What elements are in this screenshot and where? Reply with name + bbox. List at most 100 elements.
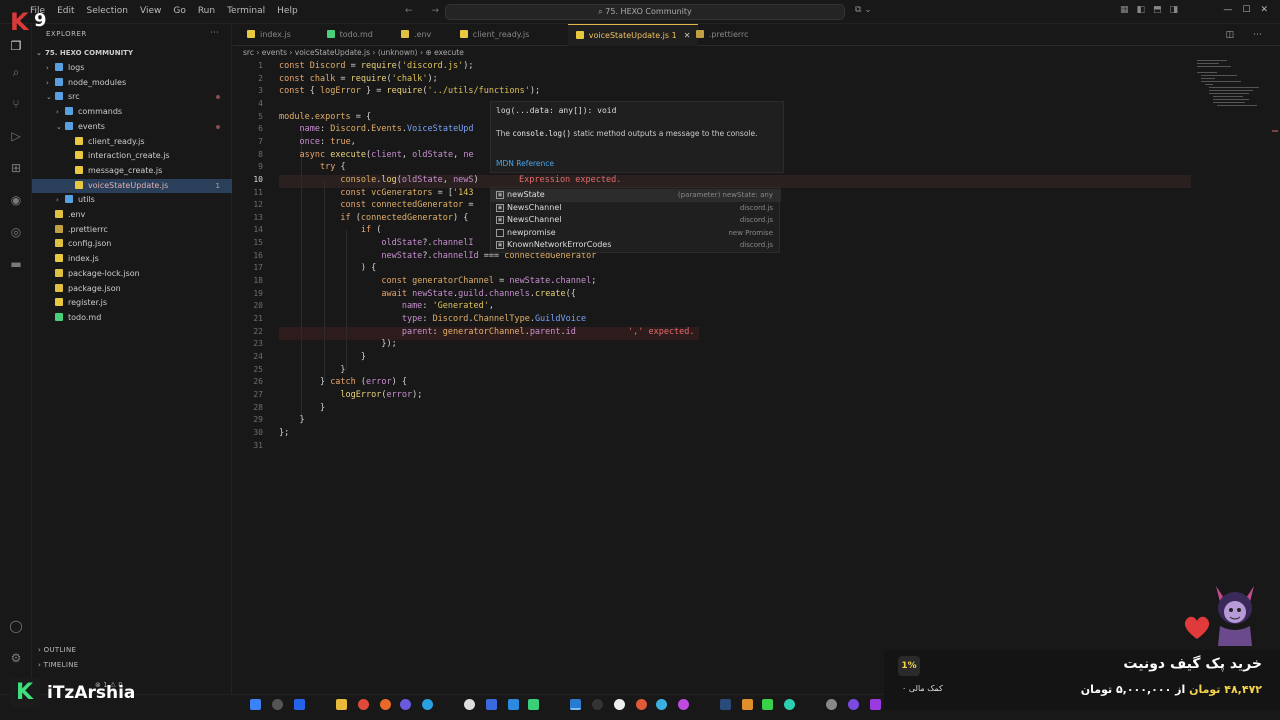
tree-item-client-ready-js[interactable]: client_ready.js [32,135,232,149]
menu-edit[interactable]: Edit [57,6,74,16]
tree-item-voicestateupdate-js[interactable]: voiceStateUpdate.js 1 [32,178,232,193]
tab--env[interactable]: .env [393,24,439,46]
tree-item-index-js[interactable]: index.js [32,252,232,266]
steam-icon[interactable] [720,699,731,710]
code-line: const chalk = require('chalk'); [279,73,438,84]
line-number: 25 [253,364,263,374]
mdn-reference-link[interactable]: MDN Reference [496,159,554,168]
tree-item-node-modules[interactable]: › node_modules [32,76,232,90]
app-icon[interactable] [762,699,773,710]
app-icon[interactable] [678,699,689,710]
tree-item-label: client_ready.js [88,136,145,146]
search-icon[interactable] [272,699,283,710]
suggestion-item[interactable]: ▣ newState (parameter) newState: any [491,189,781,202]
app-icon[interactable] [826,699,837,710]
run-debug-icon[interactable]: ▷ [8,128,24,144]
tree-item-utils[interactable]: › utils [32,193,232,207]
app-icon[interactable] [614,699,625,710]
outline-section[interactable]: › OUTLINE [38,646,76,654]
firefox-icon[interactable] [380,699,391,710]
task-view-icon[interactable] [294,699,305,710]
tab-voicestateupdate-js-1[interactable]: voiceStateUpdate.js 1 ✕ [567,24,699,46]
suggestion-detail: new Promise [728,228,773,237]
streamer-name: iTzArshia [47,683,136,703]
command-center[interactable]: ⌕ 75. HEXO Community [445,4,845,20]
tree-item-config-json[interactable]: config.json [32,237,232,251]
chrome-icon[interactable] [358,699,369,710]
discord-icon[interactable] [400,699,411,710]
file-explorer-icon[interactable] [336,699,347,710]
tree-item-package-lock-json[interactable]: package-lock.json [32,267,232,281]
tree-item-logs[interactable]: › logs [32,61,232,75]
suggestion-item[interactable]: ▣ NewsChannel discord.js [491,202,781,215]
folder-icon [65,195,73,204]
tree-item-message-create-js[interactable]: message_create.js [32,164,232,178]
tree-item-label: index.js [68,254,99,264]
more-actions-icon[interactable]: ⋯ [210,28,219,38]
menu-view[interactable]: View [140,6,161,16]
tree-item-register-js[interactable]: register.js [32,296,232,310]
timeline-section[interactable]: › TIMELINE [38,661,78,669]
toggle-sidebar-icon[interactable]: ◧ [1137,5,1146,15]
tab--prettierrc[interactable]: .prettierrc [688,24,757,46]
layout-icon[interactable]: ▦ [1120,5,1129,15]
copilot-icon[interactable]: ⧉ ⌄ [855,5,872,15]
app-icon[interactable] [870,699,881,710]
suggestion-item[interactable]: ▣ NewsChannel discord.js [491,214,781,227]
app-icon[interactable] [592,699,603,710]
close-icon[interactable]: ✕ [1260,5,1268,15]
tree-item-package-json[interactable]: package.json [32,282,232,296]
maximize-icon[interactable]: ☐ [1242,5,1250,15]
app-icon[interactable] [508,699,519,710]
gear-icon[interactable]: ⚙ [8,650,24,666]
aws-icon[interactable]: ▬ [8,256,24,272]
tab-index-js[interactable]: index.js [239,24,299,46]
tree-item-src[interactable]: ⌄ src [32,90,232,104]
windows-start-icon[interactable] [250,699,261,710]
workspace-root[interactable]: ⌄ 75. HEXO COMMUNITY [32,46,232,60]
menu-terminal[interactable]: Terminal [227,6,265,16]
app-icon[interactable] [848,699,859,710]
menu-selection[interactable]: Selection [87,6,128,16]
telegram-icon[interactable] [422,699,433,710]
app-icon[interactable] [656,699,667,710]
app-icon[interactable] [784,699,795,710]
tree-item-label: package.json [68,283,121,293]
tab-client-ready-js[interactable]: client_ready.js [452,24,538,46]
minimize-icon[interactable]: — [1223,5,1232,15]
app-icon[interactable] [636,699,647,710]
breadcrumb[interactable]: src › events › voiceStateUpdate.js › ⟨un… [243,48,464,57]
line-number: 10 [253,174,263,184]
extensions-icon[interactable]: ⊞ [8,160,24,176]
tree-item-interaction-create-js[interactable]: interaction_create.js [32,149,232,163]
toggle-secondary-sidebar-icon[interactable]: ◨ [1170,5,1179,15]
nav-arrows[interactable]: ← → [405,6,447,16]
remote-explorer-icon[interactable]: ◉ [8,192,24,208]
minimap[interactable] [1195,58,1265,118]
account-icon[interactable]: ◯ [8,618,24,634]
obs-icon[interactable] [464,699,475,710]
tree-item--env[interactable]: .env [32,208,232,222]
menu-go[interactable]: Go [173,6,185,16]
vscode-icon[interactable] [570,699,581,710]
chevron-down-icon: ⌄ [46,93,52,102]
menu-help[interactable]: Help [277,6,298,16]
editor-actions[interactable]: ◫ ⋯ [1226,30,1270,40]
app-icon[interactable] [742,699,753,710]
line-number: 19 [253,288,263,298]
tree-item--prettierrc[interactable]: .prettierrc [32,223,232,237]
explorer-icon[interactable]: ❐ [8,38,24,54]
source-control-icon[interactable]: ⑂ [8,96,24,112]
tree-item-events[interactable]: ⌄ events [32,120,232,134]
app-icon[interactable] [528,699,539,710]
suggestion-item[interactable]: ▣ KnownNetworkErrorCodes discord.js [491,239,781,252]
docker-icon[interactable]: ◎ [8,224,24,240]
menu-run[interactable]: Run [198,6,215,16]
search-icon[interactable]: ⌕ [8,64,24,80]
tab-todo-md[interactable]: todo.md [319,24,381,46]
suggestion-item[interactable]: newpromise new Promise [491,227,781,240]
app-icon[interactable] [486,699,497,710]
tree-item-todo-md[interactable]: todo.md [32,311,232,325]
toggle-panel-icon[interactable]: ⬒ [1153,5,1162,15]
tree-item-commands[interactable]: › commands [32,105,232,119]
